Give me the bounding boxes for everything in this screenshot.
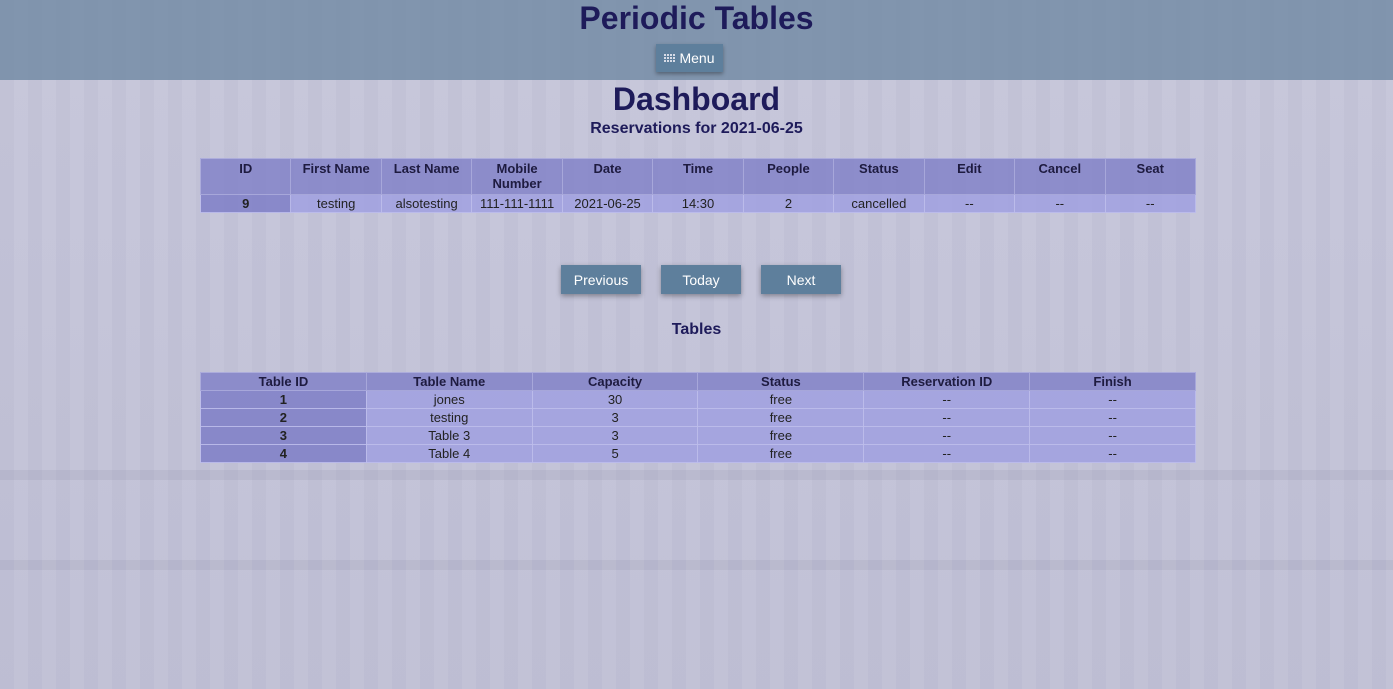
column-header-status: Status [697, 372, 865, 391]
table-capacity: 30 [531, 390, 699, 409]
page-title: Dashboard [612, 81, 781, 117]
reservations-header-row: ID First Name Last Name Mobile Number Da… [199, 158, 1197, 195]
column-header-status: Status [833, 158, 925, 195]
column-header-edit: Edit [923, 158, 1016, 195]
grid-icon [664, 54, 676, 62]
table-finish: -- [1029, 426, 1196, 445]
table-row: 2 testing 3 free -- -- [200, 408, 1196, 427]
table-status: free [697, 444, 865, 463]
table-name: testing [365, 408, 533, 427]
column-header-cancel: Cancel [1014, 158, 1106, 195]
table-capacity: 3 [531, 408, 699, 427]
column-header-last-name: Last Name [380, 158, 473, 195]
table-status: free [697, 426, 865, 445]
table-id: 3 [200, 426, 367, 445]
column-header-table-id: Table ID [200, 372, 367, 391]
tables-heading: Tables [671, 321, 722, 338]
background-decoration [0, 470, 1393, 480]
column-header-reservation-id: Reservation ID [863, 372, 1031, 391]
table-finish: -- [1029, 390, 1196, 409]
reservation-status: cancelled [833, 194, 925, 213]
table-reservation-id: -- [863, 444, 1031, 463]
table-name: Table 3 [365, 426, 533, 445]
table-id: 1 [200, 390, 367, 409]
menu-button-label: Menu [679, 50, 715, 66]
first-name: testing [290, 194, 382, 213]
column-header-mobile-number: Mobile Number [471, 158, 563, 195]
column-header-first-name: First Name [290, 158, 382, 195]
table-reservation-id: -- [863, 426, 1031, 445]
next-day-button[interactable]: Next [761, 265, 841, 294]
column-header-date: Date [561, 158, 654, 195]
last-name: alsotesting [380, 194, 473, 213]
table-row: 3 Table 3 3 free -- -- [200, 426, 1196, 445]
table-capacity: 3 [531, 426, 699, 445]
tables-table: Table ID Table Name Capacity Status Rese… [200, 372, 1196, 463]
seat-cell: -- [1104, 194, 1197, 213]
reservations-date-heading: Reservations for 2021-06-25 [590, 120, 803, 137]
mobile-number: 111-111-1111 [471, 194, 563, 213]
edit-cell: -- [923, 194, 1016, 213]
table-name: Table 4 [365, 444, 533, 463]
site-title: Periodic Tables [579, 0, 814, 36]
table-capacity: 5 [531, 444, 699, 463]
table-reservation-id: -- [863, 390, 1031, 409]
table-status: free [697, 408, 865, 427]
table-reservation-id: -- [863, 408, 1031, 427]
table-id: 2 [200, 408, 367, 427]
previous-day-button[interactable]: Previous [561, 265, 641, 294]
people-count: 2 [742, 194, 835, 213]
cancel-cell: -- [1014, 194, 1106, 213]
reservation-date: 2021-06-25 [561, 194, 654, 213]
table-row: 9 testing alsotesting 111-111-1111 2021-… [199, 194, 1197, 213]
column-header-capacity: Capacity [531, 372, 699, 391]
table-row: 4 Table 4 5 free -- -- [200, 444, 1196, 463]
reservations-table: ID First Name Last Name Mobile Number Da… [199, 158, 1197, 213]
table-name: jones [365, 390, 533, 409]
column-header-finish: Finish [1029, 372, 1196, 391]
tables-header-row: Table ID Table Name Capacity Status Rese… [200, 372, 1196, 391]
site-header: Periodic Tables Menu [0, 0, 1393, 80]
column-header-table-name: Table Name [365, 372, 533, 391]
table-id: 4 [200, 444, 367, 463]
background-decoration [0, 560, 1393, 570]
column-header-time: Time [652, 158, 744, 195]
today-button[interactable]: Today [661, 265, 741, 294]
table-finish: -- [1029, 444, 1196, 463]
table-row: 1 jones 30 free -- -- [200, 390, 1196, 409]
reservation-time: 14:30 [652, 194, 744, 213]
column-header-id: ID [199, 158, 292, 195]
column-header-seat: Seat [1104, 158, 1197, 195]
column-header-people: People [742, 158, 835, 195]
reservation-id: 9 [199, 194, 292, 213]
table-finish: -- [1029, 408, 1196, 427]
menu-button[interactable]: Menu [656, 44, 723, 72]
table-status: free [697, 390, 865, 409]
